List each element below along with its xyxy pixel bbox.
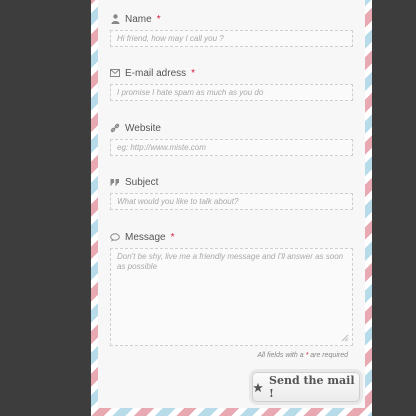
subject-field-group: Subject What would you like to talk abou… xyxy=(110,175,353,210)
required-note-mark: * xyxy=(305,352,309,359)
message-label: Message xyxy=(125,231,166,243)
send-button[interactable]: Send the mail ! xyxy=(252,372,360,402)
message-required-mark: * xyxy=(170,231,175,243)
website-label-row: Website xyxy=(110,121,353,135)
send-button-label: Send the mail ! xyxy=(269,374,355,400)
name-required-mark: * xyxy=(156,13,161,25)
link-icon xyxy=(110,123,120,133)
name-label: Name xyxy=(125,13,152,25)
name-field-group: Name * Hi friend, how may I call you ? xyxy=(110,12,353,47)
message-textarea[interactable]: Don't be shy, live me a friendly message… xyxy=(110,248,353,346)
quote-icon xyxy=(110,177,120,187)
website-input[interactable]: eg: http://www.miste.com xyxy=(110,139,353,156)
email-required-mark: * xyxy=(191,67,196,79)
subject-input[interactable]: What would you like to talk about? xyxy=(110,193,353,210)
website-label: Website xyxy=(125,122,161,134)
email-field-group: E-mail adress * I promise I hate spam as… xyxy=(110,66,353,101)
star-icon xyxy=(253,382,263,392)
person-icon xyxy=(110,14,120,24)
message-label-row: Message * xyxy=(110,230,353,244)
name-label-row: Name * xyxy=(110,12,353,26)
message-field-group: Message * Don't be shy, live me a friend… xyxy=(110,230,353,346)
subject-label: Subject xyxy=(125,176,159,188)
email-input[interactable]: I promise I hate spam as much as you do xyxy=(110,84,353,101)
message-placeholder: Don't be shy, live me a friendly message… xyxy=(117,252,344,271)
required-note-suffix: are required xyxy=(310,352,348,359)
website-field-group: Website eg: http://www.miste.com xyxy=(110,121,353,156)
resize-grip-icon[interactable] xyxy=(341,334,349,342)
email-label: E-mail adress xyxy=(125,67,187,79)
required-note-prefix: All fields with a xyxy=(257,352,304,359)
speech-bubble-icon xyxy=(110,232,120,242)
email-label-row: E-mail adress * xyxy=(110,66,353,80)
required-fields-note: All fields with a * are required xyxy=(200,352,348,359)
subject-label-row: Subject xyxy=(110,175,353,189)
envelope-icon xyxy=(110,68,120,78)
name-input[interactable]: Hi friend, how may I call you ? xyxy=(110,30,353,47)
